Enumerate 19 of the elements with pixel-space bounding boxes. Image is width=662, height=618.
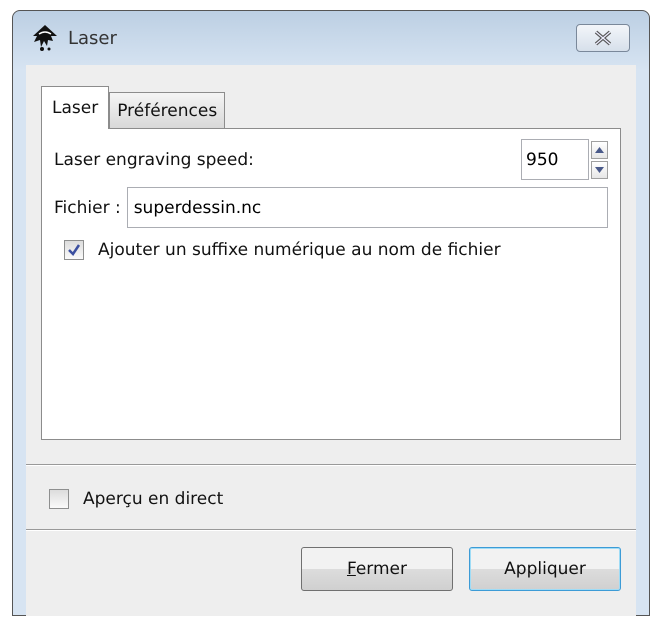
window-title: Laser <box>68 28 118 48</box>
close-icon <box>592 30 614 46</box>
tab[interactable]: Préférences <box>109 92 226 128</box>
down-arrow-icon <box>595 166 604 172</box>
spin-down-button[interactable] <box>591 160 608 178</box>
checkbox-label: Aperçu en direct <box>83 489 224 509</box>
close-button[interactable] <box>576 24 630 52</box>
dialog-button[interactable]: Fermer <box>301 547 453 591</box>
checkbox[interactable] <box>64 240 84 260</box>
checkbox[interactable] <box>49 489 69 509</box>
spin-up-button[interactable] <box>591 140 608 158</box>
up-arrow-icon <box>595 146 604 152</box>
field-label: Fichier : <box>54 198 121 218</box>
speed-input[interactable]: 950 <box>521 139 589 180</box>
checkbox-label: Ajouter un suffixe numérique au nom de fichier <box>98 240 501 260</box>
field-label: Laser engraving speed: <box>54 150 254 170</box>
file-input[interactable]: superdessin.nc <box>126 187 608 228</box>
dialog-button[interactable]: Appliquer <box>469 547 621 591</box>
tab[interactable]: Laser <box>41 86 110 129</box>
